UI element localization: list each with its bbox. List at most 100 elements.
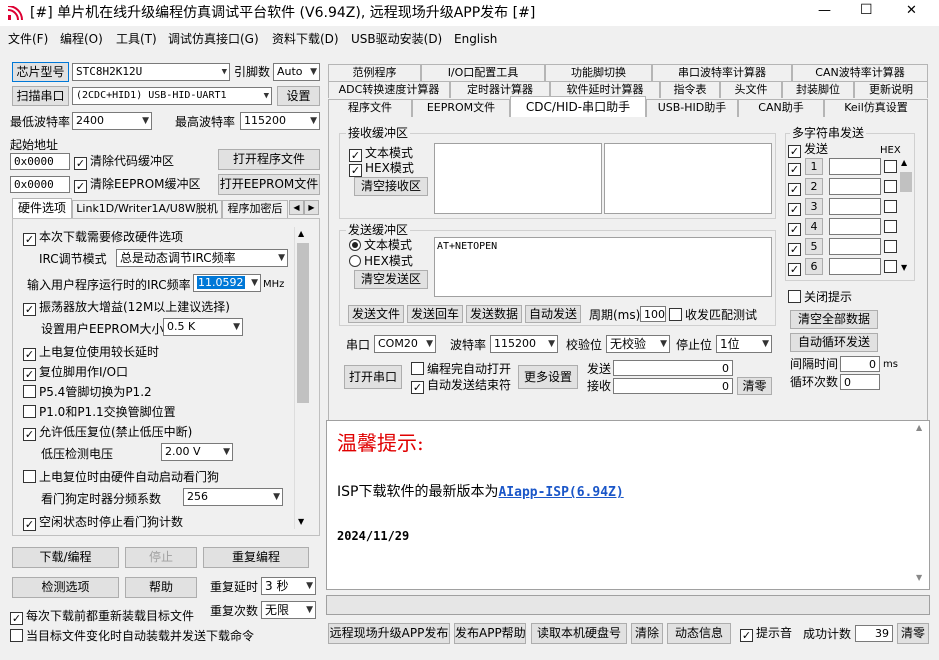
options-scrollbar[interactable]: ▲ ▼ [294,227,310,529]
osc-amp-checkbox[interactable]: ✓ 振荡器放大增益(12M以上建议选择) [23,300,230,316]
reprogram-button[interactable]: 重复编程 [203,547,309,568]
tab-usb-hid[interactable]: USB-HID助手 [646,99,738,117]
serial-port-select[interactable]: COM20 ▼ [374,335,436,353]
chip-model-button[interactable]: 芯片型号 [12,62,69,82]
minimize-button[interactable]: — [818,4,831,18]
multi-row-send-checkbox[interactable]: ✓ [788,160,804,176]
chevron-up-icon[interactable]: ▲ [298,229,304,238]
tab-header-file[interactable]: 头文件 [720,81,782,98]
eeprom-size-select[interactable]: 0.5 K ▼ [163,318,243,336]
recv-text-mode-checkbox[interactable]: ✓ 文本模式 [349,146,413,162]
multi-row-send-button[interactable]: 3 [805,198,823,215]
scrollbar-thumb[interactable] [297,243,309,403]
irc-freq-select[interactable]: 11.0592 ▼ [193,274,261,292]
download-program-button[interactable]: 下载/编程 [12,547,119,568]
wdt-start-checkbox[interactable]: 上电复位时由硬件自动启动看门狗 [23,470,219,484]
stop-bits-select[interactable]: 1位 ▼ [716,335,772,353]
reload-before-checkbox[interactable]: ✓ 每次下载前都重新装载目标文件 [10,609,194,625]
loop-count-input[interactable]: 0 [840,374,880,390]
multi-row-hex-checkbox[interactable] [884,240,900,254]
tab-package-pins[interactable]: 封装脚位 [782,81,854,98]
scan-port-button[interactable]: 扫描串口 [12,86,69,106]
eeprom-address-input[interactable]: 0x0000 [10,176,70,193]
period-input[interactable]: 100 [640,306,666,322]
pins-select[interactable]: Auto ▼ [273,63,320,81]
low-volt-select[interactable]: 2.00 V ▼ [161,443,233,461]
multi-send-scrollbar[interactable]: ▲ ▼ [899,158,913,276]
help-button[interactable]: 帮助 [125,577,197,598]
tab-pin-switch[interactable]: 功能脚切换 [545,64,652,81]
parity-select[interactable]: 无校验 ▼ [606,335,670,353]
reset-success-button[interactable]: 清零 [897,623,929,644]
max-baud-select[interactable]: 115200 ▼ [240,112,320,130]
chevron-up-icon[interactable]: ▲ [916,423,922,432]
multi-row-send-button[interactable]: 5 [805,238,823,255]
tab-io-config[interactable]: I/O口配置工具 [421,64,545,81]
auto-end-checkbox[interactable]: ✓ 自动发送结束符 [411,378,511,394]
close-tip-checkbox[interactable]: 关闭提示 [788,290,852,304]
remote-publish-button[interactable]: 远程现场升级APP发布 [328,623,450,644]
tab-cdc-hid-serial[interactable]: CDC/HID-串口助手 [510,96,646,117]
wdt-idle-checkbox[interactable]: ✓ 空闲状态时停止看门狗计数 [23,515,183,531]
menu-english[interactable]: English [454,32,497,46]
clear-receive-button[interactable]: 清空接收区 [354,177,428,196]
tab-uart-baud-calc[interactable]: 串口波特率计算器 [652,64,792,81]
repeat-count-select[interactable]: 无限 ▼ [261,601,316,619]
check-options-button[interactable]: 检测选项 [12,577,119,598]
reset-io-checkbox[interactable]: ✓ 复位脚用作I/O口 [23,365,128,381]
match-test-checkbox[interactable]: 收发匹配测试 [669,308,757,322]
more-settings-button[interactable]: 更多设置 [518,365,578,389]
multi-row-send-checkbox[interactable]: ✓ [788,220,804,236]
chevron-up-icon[interactable]: ▲ [901,158,907,167]
send-text-area[interactable]: AT+NETOPEN [434,237,772,297]
menu-program[interactable]: 编程(O) [60,32,103,46]
repeat-delay-select[interactable]: 3 秒 ▼ [261,577,316,595]
multi-row-input[interactable] [829,258,881,275]
multi-row-send-button[interactable]: 6 [805,258,823,275]
multi-row-send-checkbox[interactable]: ✓ [788,180,804,196]
beep-checkbox[interactable]: ✓ 提示音 [740,626,792,642]
open-eeprom-button[interactable]: 打开EEPROM文件 [218,174,320,195]
tab-hardware-options[interactable]: 硬件选项 [12,198,72,218]
tab-keil-settings[interactable]: Keil仿真设置 [824,99,928,117]
power-reset-checkbox[interactable]: ✓ 上电复位使用较长延时 [23,345,159,361]
send-data-button[interactable]: 发送数据 [466,305,522,323]
multi-row-input[interactable] [829,218,881,235]
maximize-button[interactable]: ☐ [860,3,873,17]
send-hex-mode-radio[interactable]: HEX模式 [349,254,413,268]
clear-all-data-button[interactable]: 清空全部数据 [790,310,878,329]
send-file-button[interactable]: 发送文件 [348,305,404,323]
read-disk-button[interactable]: 读取本机硬盘号 [531,623,627,644]
baud-select[interactable]: 115200 ▼ [490,335,558,353]
scrollbar-thumb[interactable] [900,172,912,192]
multi-row-input[interactable] [829,198,881,215]
multi-row-send-checkbox[interactable]: ✓ [788,260,804,276]
chevron-down-icon[interactable]: ▼ [298,517,304,526]
p10-checkbox[interactable]: P1.0和P1.1交换管脚位置 [23,405,176,419]
tab-eeprom-file[interactable]: EEPROM文件 [412,99,510,117]
tab-instruction-table[interactable]: 指令表 [660,81,720,98]
multi-row-send-button[interactable]: 4 [805,218,823,235]
auto-open-checkbox[interactable]: 编程完自动打开 [411,362,511,376]
multi-row-input[interactable] [829,158,881,175]
wdt-div-select[interactable]: 256 ▼ [183,488,283,506]
stop-button[interactable]: 停止 [125,547,197,568]
irc-freq-value[interactable]: 11.0592 [197,276,245,289]
tab-adc-calc[interactable]: ADC转换速度计算器 [328,81,450,98]
multi-row-send-button[interactable]: 2 [805,178,823,195]
tab-program-file[interactable]: 程序文件 [328,99,412,117]
tip-version-link[interactable]: AIapp-ISP(6.94Z) [498,485,623,500]
menu-usb-driver[interactable]: USB驱动安装(D) [351,32,442,46]
tab-link1d[interactable]: Link1D/Writer1A/U8W脱机 [72,200,222,218]
menu-debug[interactable]: 调试仿真接口(G) [168,32,259,46]
min-baud-select[interactable]: 2400 ▼ [72,112,152,130]
send-text-mode-radio[interactable]: 文本模式 [349,238,412,252]
auto-send-button[interactable]: 自动发送 [525,305,581,323]
multi-row-hex-checkbox[interactable] [884,160,900,174]
tab-can-assistant[interactable]: CAN助手 [738,99,824,117]
chevron-down-icon[interactable]: ▼ [901,263,907,272]
send-enter-button[interactable]: 发送回车 [407,305,463,323]
tab-update-notes[interactable]: 更新说明 [854,81,928,98]
tab-examples[interactable]: 范例程序 [328,64,421,81]
multi-row-input[interactable] [829,178,881,195]
